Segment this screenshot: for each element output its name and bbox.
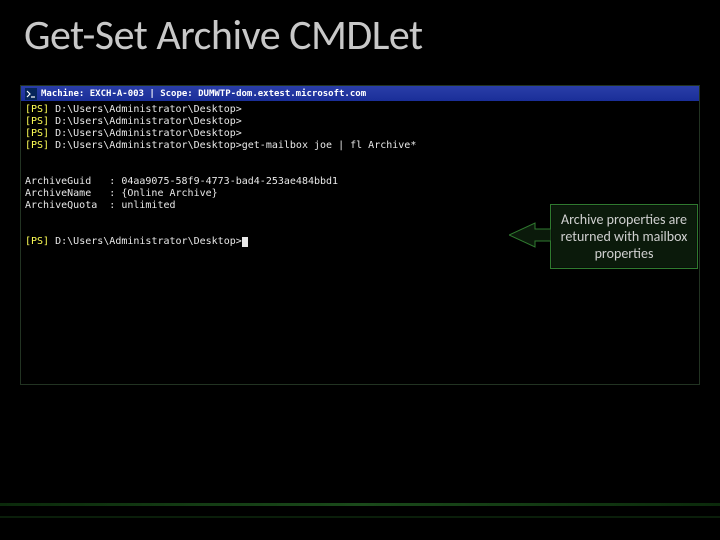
cursor xyxy=(242,237,248,247)
ps-label: [PS] xyxy=(25,116,49,127)
output-line: ArchiveName : {Online Archive} xyxy=(25,188,695,200)
footer-divider xyxy=(0,503,720,506)
window-title: Machine: EXCH-A-003 | Scope: DUMWTP-dom.… xyxy=(41,89,366,99)
prompt-path: D:\Users\Administrator\Desktop> xyxy=(49,236,242,247)
prompt-line: [PS] D:\Users\Administrator\Desktop> xyxy=(25,116,695,128)
callout-arrow-icon xyxy=(509,219,551,249)
callout-text: Archive properties are returned with mai… xyxy=(557,211,691,262)
blank-line xyxy=(25,152,695,164)
blank-line xyxy=(25,164,695,176)
prompt-line: [PS] D:\Users\Administrator\Desktop> xyxy=(25,128,695,140)
prompt-line: [PS] D:\Users\Administrator\Desktop> xyxy=(25,104,695,116)
slide-title: Get-Set Archive CMDLet xyxy=(24,10,423,61)
command-line: [PS] D:\Users\Administrator\Desktop>get-… xyxy=(25,140,695,152)
command-text: get-mailbox joe | fl Archive* xyxy=(242,140,417,151)
footer-divider xyxy=(0,516,720,518)
app-icon xyxy=(25,88,37,100)
prompt-path: D:\Users\Administrator\Desktop> xyxy=(49,140,242,151)
prompt-path: D:\Users\Administrator\Desktop> xyxy=(49,104,242,115)
prompt-path: D:\Users\Administrator\Desktop> xyxy=(49,128,242,139)
ps-label: [PS] xyxy=(25,140,49,151)
ps-label: [PS] xyxy=(25,236,49,247)
output-line: ArchiveGuid : 04aa9075-58f9-4773-bad4-25… xyxy=(25,176,695,188)
ps-label: [PS] xyxy=(25,128,49,139)
window-titlebar: Machine: EXCH-A-003 | Scope: DUMWTP-dom.… xyxy=(21,86,699,102)
annotation-callout: Archive properties are returned with mai… xyxy=(550,204,698,269)
prompt-path: D:\Users\Administrator\Desktop> xyxy=(49,116,242,127)
ps-label: [PS] xyxy=(25,104,49,115)
